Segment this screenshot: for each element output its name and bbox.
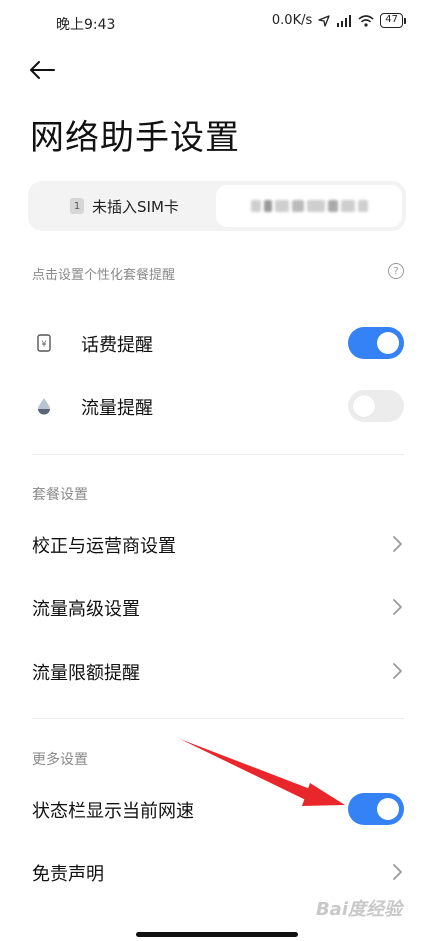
- blurred-carrier-label: [250, 200, 368, 212]
- location-arrow-icon: [318, 14, 330, 27]
- data-limit-reminder-label: 流量限额提醒: [32, 663, 140, 684]
- disclaimer-label: 免责声明: [32, 864, 104, 885]
- data-advanced-settings-label: 流量高级设置: [32, 599, 140, 620]
- calibration-carrier-settings-label: 校正与运营商设置: [32, 536, 176, 557]
- reminder-hint: 点击设置个性化套餐提醒: [32, 268, 176, 283]
- chevron-right-icon: [393, 663, 402, 679]
- chevron-right-icon: [393, 864, 402, 880]
- battery-icon: 47: [380, 13, 406, 28]
- tab-sim2[interactable]: [216, 185, 402, 227]
- status-icons: 0.0K/s 47: [272, 13, 406, 28]
- net-speed: 0.0K/s: [271, 13, 313, 28]
- data-drop-icon: [34, 396, 54, 416]
- back-arrow-icon: [30, 61, 55, 79]
- status-bar-speed-label: 状态栏显示当前网速: [32, 801, 194, 822]
- calibration-carrier-settings-row[interactable]: 校正与运营商设置: [0, 524, 432, 564]
- sim1-number-badge: 1: [70, 198, 84, 214]
- data-limit-reminder-row[interactable]: 流量限额提醒: [0, 651, 432, 691]
- cellular-signal-icon: [337, 14, 352, 27]
- status-bar-speed-row[interactable]: 状态栏显示当前网速: [0, 789, 432, 829]
- divider: [32, 718, 404, 719]
- bill-reminder-label: 话费提醒: [81, 335, 153, 356]
- data-reminder-label: 流量提醒: [81, 398, 153, 419]
- sim-tabs: 1 未插入SIM卡: [28, 181, 406, 231]
- status-time: 晚上9:43: [56, 17, 116, 33]
- data-advanced-settings-row[interactable]: 流量高级设置: [0, 587, 432, 627]
- bill-reminder-switch[interactable]: [348, 327, 404, 359]
- disclaimer-row[interactable]: 免责声明: [0, 852, 432, 892]
- status-bar-speed-switch[interactable]: [348, 793, 404, 825]
- sim1-label: 未插入SIM卡: [92, 197, 179, 216]
- phone-bill-icon: ¥: [34, 333, 54, 353]
- chevron-right-icon: [393, 536, 402, 552]
- watermark-logo: Bai度经验: [315, 899, 402, 920]
- plan-settings-header: 套餐设置: [32, 487, 88, 503]
- data-reminder-switch[interactable]: [348, 390, 404, 422]
- divider: [32, 454, 404, 455]
- battery-level: 47: [380, 13, 403, 28]
- home-indicator[interactable]: [136, 932, 298, 937]
- svg-text:¥: ¥: [41, 340, 46, 349]
- more-settings-header: 更多设置: [32, 752, 88, 768]
- back-button[interactable]: [28, 56, 62, 84]
- tab-sim1[interactable]: 1 未插入SIM卡: [70, 181, 179, 231]
- data-reminder-row[interactable]: 流量提醒: [0, 386, 432, 426]
- wifi-icon: [358, 14, 374, 27]
- help-icon[interactable]: ?: [388, 263, 404, 279]
- bill-reminder-row[interactable]: ¥ 话费提醒: [0, 323, 432, 363]
- status-bar: 晚上9:43 0.0K/s 47: [0, 0, 432, 46]
- page-title: 网络助手设置: [30, 118, 240, 158]
- chevron-right-icon: [393, 599, 402, 615]
